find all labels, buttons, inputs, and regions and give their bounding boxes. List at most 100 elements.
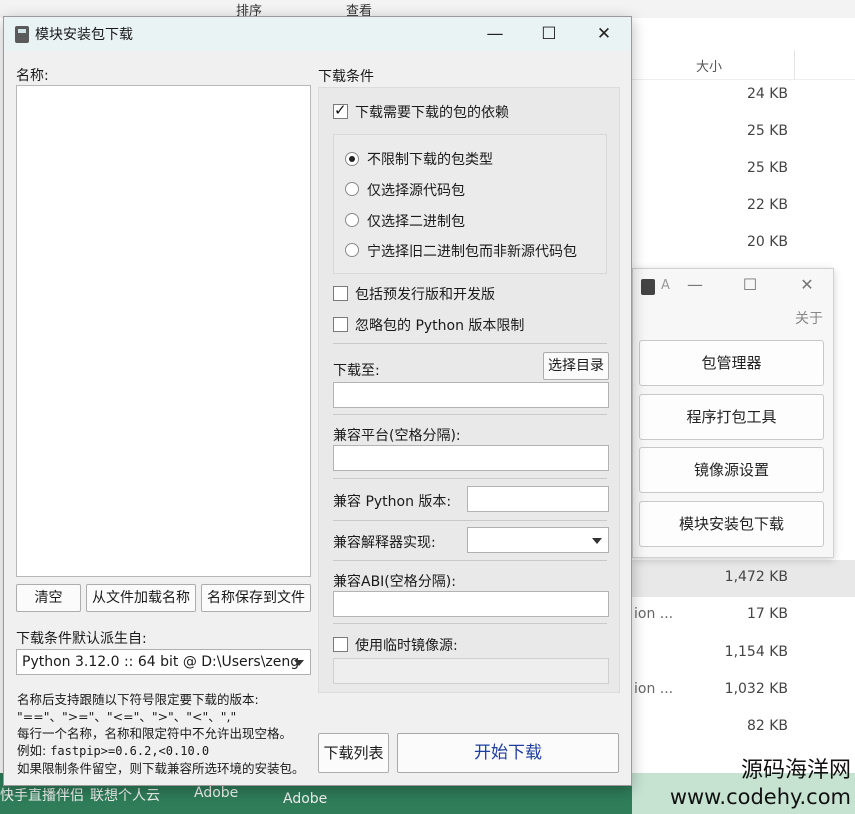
file-size: 25 KB [746,123,788,139]
dropdown-arrow-icon [294,660,304,666]
python-version-input[interactable] [467,486,609,512]
window-title: 模块安装包下载 [35,27,133,43]
dropdown-arrow-icon [592,538,602,544]
ignore-python-checkbox[interactable] [333,317,348,332]
conditions-label: 下载条件 [318,69,374,85]
taskbar-item[interactable]: Adobe [283,791,327,807]
temp-mirror-input[interactable] [333,658,609,684]
file-size: 24 KB [746,86,788,102]
package-manager-button[interactable]: 包管理器 [639,340,824,386]
radio-source-only[interactable] [345,182,359,196]
file-row[interactable]: 25 KB [632,114,855,151]
launcher-titlebar: A — ☐ ✕ [633,269,833,305]
file-row[interactable]: 25 KB [632,151,855,188]
file-size: 22 KB [746,197,788,213]
watermark-line-1: 源码海洋网 [740,758,851,783]
file-size: 1,032 KB [724,681,788,697]
file-row[interactable]: ion ... 17 KB [632,597,855,634]
maximize-icon[interactable]: ☐ [534,21,564,47]
radio-any-type-label[interactable]: 不限制下载的包类型 [367,149,493,169]
download-to-label: 下载至: [333,363,380,379]
close-icon[interactable]: ✕ [795,275,819,294]
file-row[interactable]: ion ... 1,032 KB [632,672,855,709]
deps-checkbox-label[interactable]: 下载需要下载的包的依赖 [355,102,509,122]
file-row[interactable]: 1,472 KB [632,560,855,597]
hint-line: 每行一个名称，名称和限定符中不允许出现空格。 [17,726,293,741]
about-menu[interactable]: 关于 [795,308,823,328]
file-name: ion ... [634,681,674,697]
packager-tool-button[interactable]: 程序打包工具 [639,394,824,440]
python-environment-value: Python 3.12.0 :: 64 bit @ D:\Users\zeng [22,654,300,670]
taskbar-item[interactable]: 快手直播伴侣 [0,785,84,805]
app-icon [641,279,655,295]
radio-any-type[interactable] [345,152,359,166]
abi-label: 兼容ABI(空格分隔): [333,574,456,590]
clear-button[interactable]: 清空 [16,584,81,612]
column-divider[interactable] [794,50,795,80]
minimize-icon[interactable]: — [683,275,707,294]
size-column-header[interactable]: 大小 [696,56,722,75]
file-size: 1,472 KB [724,569,788,585]
temp-mirror-checkbox[interactable] [333,637,348,652]
download-path-input[interactable] [333,382,609,408]
file-size: 1,154 KB [724,644,788,660]
choose-directory-button[interactable]: 选择目录 [543,352,609,380]
load-from-file-button[interactable]: 从文件加载名称 [86,584,196,612]
module-download-button[interactable]: 模块安装包下载 [639,501,824,547]
interpreter-select[interactable] [467,527,609,553]
deps-checkbox[interactable] [333,101,348,119]
interpreter-label: 兼容解释器实现: [333,535,436,551]
close-icon[interactable]: ✕ [589,21,619,47]
divider [333,478,607,479]
version-hint-text: 名称后支持跟随以下符号限定要下载的版本: "=="、">="、"<="、">"、… [17,691,305,777]
mirror-settings-button[interactable]: 镜像源设置 [639,447,824,493]
radio-prefer-binary[interactable] [345,243,359,257]
temp-mirror-checkbox-label[interactable]: 使用临时镜像源: [355,635,458,655]
package-names-textbox[interactable] [16,85,311,577]
hint-line: 名称后支持跟随以下符号限定要下载的版本: [17,692,259,707]
launcher-title: A [661,278,670,293]
ignore-python-checkbox-label[interactable]: 忽略包的 Python 版本限制 [355,315,524,335]
calculator-app-icon [15,26,29,43]
radio-prefer-binary-label[interactable]: 宁选择旧二进制包而非新源代码包 [367,241,577,261]
radio-binary-only-label[interactable]: 仅选择二进制包 [367,211,465,231]
maximize-icon[interactable]: ☐ [738,275,762,294]
python-environment-select[interactable]: Python 3.12.0 :: 64 bit @ D:\Users\zeng [16,649,311,675]
watermark-line-2: www.codehy.com [669,785,851,809]
site-watermark: 源码海洋网 www.codehy.com [670,757,851,811]
start-download-button[interactable]: 开始下载 [397,733,619,773]
radio-binary-only[interactable] [345,213,359,227]
file-list-header: 大小 [632,50,855,80]
taskbar-item[interactable]: 联想个人云 [90,785,160,805]
window-titlebar: 模块安装包下载 — ☐ ✕ [4,17,631,51]
names-label: 名称: [16,68,49,84]
prerelease-checkbox[interactable] [333,286,348,301]
download-conditions-panel: 下载需要下载的包的依赖 不限制下载的包类型 仅选择源代码包 仅选择二进制包 宁选… [318,87,620,693]
file-size: 25 KB [746,160,788,176]
platform-label: 兼容平台(空格分隔): [333,428,461,444]
python-version-label: 兼容 Python 版本: [333,494,452,510]
file-row[interactable]: 24 KB [632,77,855,114]
abi-input[interactable] [333,591,609,617]
save-to-file-button[interactable]: 名称保存到文件 [201,584,311,612]
file-row[interactable]: 20 KB [632,225,855,262]
hint-line: 例如: [17,743,51,758]
tool-launcher-window: A — ☐ ✕ 关于 包管理器 程序打包工具 镜像源设置 模块安装包下载 [632,268,834,558]
hint-example-code: fastpip>=0.6.2,<0.10.0 [50,744,210,758]
file-row[interactable]: 82 KB [632,709,855,746]
file-size: 17 KB [746,606,788,622]
module-download-window: 模块安装包下载 — ☐ ✕ 名称: 清空 从文件加载名称 名称保存到文件 下载条… [3,16,632,786]
minimize-icon[interactable]: — [480,21,510,47]
radio-source-only-label[interactable]: 仅选择源代码包 [367,180,465,200]
taskbar-item[interactable]: Adobe [194,785,238,801]
file-size: 20 KB [746,234,788,250]
file-row[interactable]: 1,154 KB [632,635,855,672]
file-name: ion ... [634,606,674,622]
file-row[interactable]: 22 KB [632,188,855,225]
download-list-button[interactable]: 下载列表 [318,733,389,773]
package-type-radio-group: 不限制下载的包类型 仅选择源代码包 仅选择二进制包 宁选择旧二进制包而非新源代码… [333,134,607,274]
divider [333,520,607,521]
platform-input[interactable] [333,445,609,471]
file-size: 82 KB [746,718,788,734]
prerelease-checkbox-label[interactable]: 包括预发行版和开发版 [355,284,495,304]
